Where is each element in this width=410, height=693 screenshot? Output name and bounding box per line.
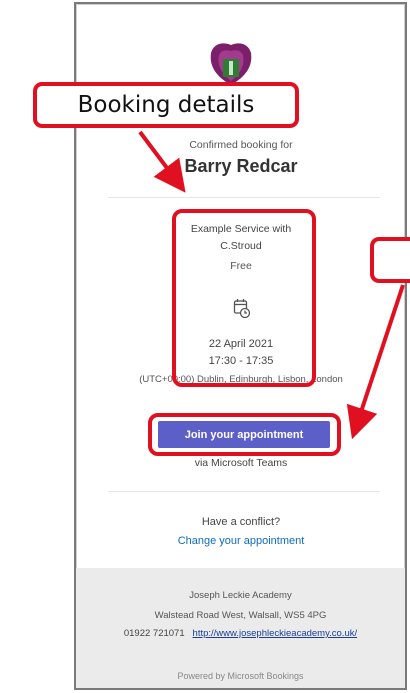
customer-name: Barry Redcar — [184, 156, 298, 176]
join-button-highlight — [148, 413, 341, 456]
conflict-question: Have a conflict? — [201, 516, 281, 528]
change-appointment-link[interactable]: Change your appointment — [76, 535, 406, 547]
join-callout — [370, 237, 410, 283]
footer-phone: 01922 721071 — [123, 628, 185, 639]
divider — [108, 197, 380, 198]
divider — [108, 491, 380, 492]
footer-address: Walstead Road West, Walsall, WS5 4PG — [154, 610, 327, 621]
school-logo-icon — [210, 43, 252, 85]
footer-contact: 01922 721071 http://www.josephleckieacad… — [76, 628, 405, 639]
confirmed-booking-label: Confirmed booking for — [189, 139, 293, 151]
booking-details-highlight — [172, 209, 316, 387]
powered-by-label: Powered by Microsoft Bookings — [177, 671, 304, 681]
meeting-platform-label: via Microsoft Teams — [194, 457, 288, 469]
footer-org-name: Joseph Leckie Academy — [189, 590, 292, 601]
footer-website-link[interactable]: http://www.josephleckieacademy.co.uk/ — [193, 628, 358, 639]
booking-details-callout: Booking details — [33, 82, 299, 128]
